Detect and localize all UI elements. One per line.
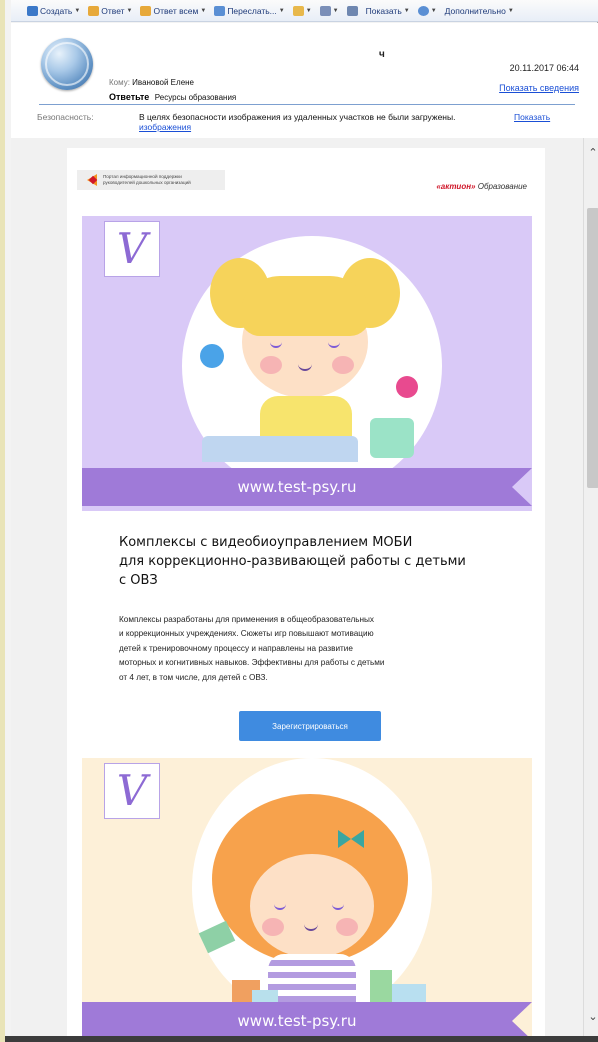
girl-face bbox=[250, 854, 374, 958]
portal-brand-text: Портал информационной поддержки руководи… bbox=[103, 174, 191, 185]
delete-icon bbox=[346, 5, 358, 16]
blue-ball-icon bbox=[200, 344, 224, 368]
message-date: 20.11.2017 06:44 bbox=[509, 63, 579, 73]
tablet-device bbox=[202, 436, 358, 462]
create-button[interactable]: Создать ▼ bbox=[25, 5, 82, 16]
toy-block-icon bbox=[370, 970, 392, 1002]
chevron-down-icon: ▼ bbox=[403, 7, 410, 14]
portal-logo-icon bbox=[87, 173, 99, 187]
toy-block-icon bbox=[252, 990, 278, 1002]
chevron-down-icon: ▼ bbox=[200, 7, 207, 14]
chevron-down-icon: ▼ bbox=[332, 7, 339, 14]
chevron-down-icon: ▼ bbox=[305, 7, 312, 14]
reply-icon bbox=[88, 5, 100, 16]
cheek bbox=[262, 918, 284, 936]
show-images-link[interactable]: Показать bbox=[514, 112, 550, 122]
cheek bbox=[260, 356, 282, 374]
show-images-link-cont[interactable]: изображения bbox=[139, 122, 191, 132]
flag-button[interactable]: ▼ bbox=[318, 5, 341, 16]
portal-brand: Портал информационной поддержки руководи… bbox=[77, 170, 225, 190]
cheek bbox=[336, 918, 358, 936]
header-divider bbox=[39, 104, 575, 105]
pink-ball-icon bbox=[396, 376, 418, 398]
reply-row: Ответьте Ресурсы образования bbox=[109, 92, 236, 102]
show-info-link[interactable]: Показать сведения bbox=[499, 83, 579, 93]
reply-resource: Ресурсы образования bbox=[154, 93, 237, 102]
reply-all-button[interactable]: Ответ всем ▼ bbox=[138, 5, 208, 16]
security-label: Безопасность: bbox=[37, 112, 94, 122]
avatar-ring bbox=[45, 42, 89, 86]
forward-icon bbox=[214, 5, 226, 16]
reply-label: Ответьте bbox=[109, 92, 150, 102]
reply-button[interactable]: Ответ ▼ bbox=[86, 5, 134, 16]
move-folder-button[interactable]: ▼ bbox=[291, 5, 314, 16]
aktion-logo: «актион» Образование bbox=[436, 182, 527, 191]
forward-button[interactable]: Переслать... ▼ bbox=[212, 5, 286, 16]
girl-striped-shirt bbox=[268, 954, 356, 1002]
to-label: Кому: bbox=[109, 78, 130, 87]
promo-banner-2[interactable]: V www.test-psy.ru bbox=[82, 758, 532, 1042]
site-url-ribbon[interactable]: www.test-psy.ru bbox=[82, 1002, 532, 1040]
chevron-down-icon[interactable]: ⌄ bbox=[584, 1010, 598, 1024]
folder-icon bbox=[292, 5, 304, 16]
flag-icon bbox=[319, 5, 331, 16]
show-button[interactable]: Показать ▼ bbox=[364, 6, 412, 16]
scroll-thumb[interactable] bbox=[587, 208, 598, 488]
chevron-up-icon[interactable]: ⌃ bbox=[584, 146, 598, 160]
delete-button[interactable] bbox=[345, 5, 360, 16]
site-url-ribbon[interactable]: www.test-psy.ru bbox=[82, 468, 532, 506]
search-icon bbox=[417, 5, 429, 16]
security-text: В целях безопасности изображения из удал… bbox=[139, 112, 456, 122]
chevron-down-icon: ▼ bbox=[278, 7, 285, 14]
email-content: Портал информационной поддержки руководи… bbox=[67, 148, 545, 1042]
more-button[interactable]: Дополнительно ▼ bbox=[443, 6, 516, 16]
chevron-down-icon: ▼ bbox=[126, 7, 133, 14]
sender-avatar bbox=[41, 38, 93, 90]
hair-bow-icon bbox=[351, 830, 364, 848]
girl-bangs bbox=[240, 276, 370, 336]
register-button[interactable]: Зарегистрироваться bbox=[239, 711, 381, 741]
hair-bow-icon bbox=[338, 830, 351, 848]
vertical-scrollbar[interactable]: ⌃ ⌄ bbox=[583, 138, 598, 1042]
message-header: ч 20.11.2017 06:44 Кому: Ивановой Елене … bbox=[11, 23, 598, 138]
cheek bbox=[332, 356, 354, 374]
to-row: Кому: Ивановой Елене bbox=[109, 78, 194, 87]
toy-block-icon bbox=[392, 984, 426, 1002]
message-body: Портал информационной поддержки руководи… bbox=[11, 138, 583, 1042]
description: Комплексы разработаны для применения в о… bbox=[119, 615, 385, 682]
search-button[interactable]: ▼ bbox=[416, 5, 439, 16]
new-icon bbox=[27, 5, 38, 16]
subject: ч bbox=[379, 49, 385, 60]
robot-toy-icon bbox=[370, 418, 414, 458]
brand-mark-icon: V bbox=[104, 763, 160, 819]
promo-banner-1[interactable]: V www.test-psy.ru bbox=[82, 216, 532, 511]
to-value: Ивановой Елене bbox=[132, 78, 195, 87]
reply-all-icon bbox=[140, 5, 152, 16]
mail-window: Создать ▼ Ответ ▼ Ответ всем ▼ Переслать...… bbox=[0, 0, 598, 1042]
headline: Комплексы с видеобиоуправлением МОБИ для… bbox=[119, 535, 466, 588]
chevron-down-icon: ▼ bbox=[430, 7, 437, 14]
taskbar-strip bbox=[5, 1036, 598, 1042]
chevron-down-icon: ▼ bbox=[74, 7, 81, 14]
brand-mark-icon: V bbox=[104, 221, 160, 277]
toolbar: Создать ▼ Ответ ▼ Ответ всем ▼ Переслать...… bbox=[11, 0, 598, 22]
chevron-down-icon: ▼ bbox=[507, 7, 514, 14]
